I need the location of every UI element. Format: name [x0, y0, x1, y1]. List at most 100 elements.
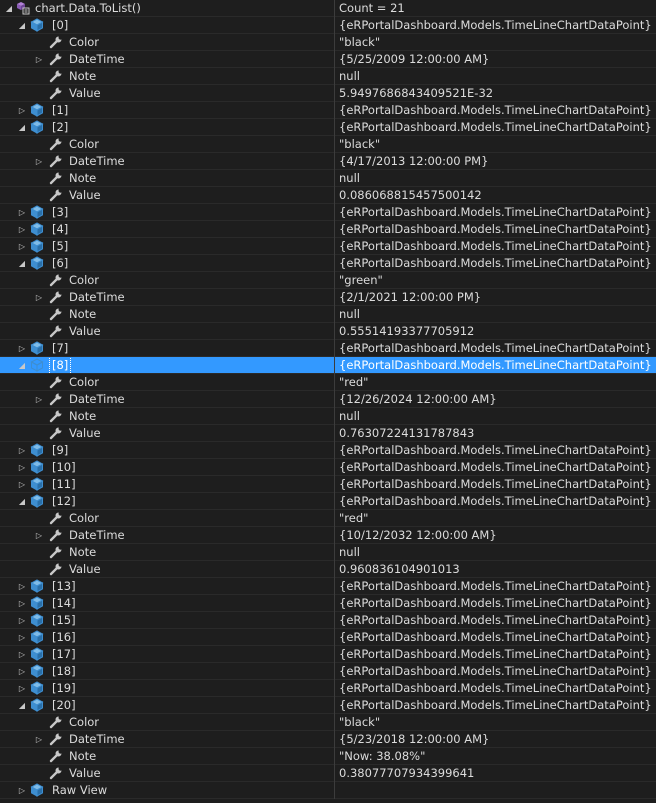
property-row-datetime[interactable]: ▷ DateTime {4/17/2013 12:00:00 PM}: [0, 153, 656, 170]
collapsed-triangle[interactable]: ▷: [16, 238, 28, 254]
child-collapsed-triangle[interactable]: ▷: [33, 731, 45, 747]
row-value[interactable]: null: [339, 68, 654, 84]
row-value[interactable]: Count = 21: [339, 0, 654, 16]
column-divider[interactable]: [334, 765, 335, 782]
property-row-color[interactable]: Color "black": [0, 714, 656, 731]
row-value[interactable]: {eRPortalDashboard.Models.TimeLineChartD…: [339, 459, 654, 475]
column-divider[interactable]: [334, 357, 335, 374]
list-item[interactable]: ◢ [2] {eRPortalDashboard.Models.TimeLineCh…: [0, 119, 656, 136]
list-item[interactable]: ▷ [15] {eRPortalDashboard.Models.TimeLineC…: [0, 612, 656, 629]
column-divider[interactable]: [334, 782, 335, 799]
expanded-triangle[interactable]: ◢: [16, 697, 28, 713]
column-divider[interactable]: [334, 136, 335, 153]
property-row-color[interactable]: Color "black": [0, 34, 656, 51]
row-value[interactable]: "black": [339, 34, 654, 50]
column-divider[interactable]: [334, 255, 335, 272]
column-divider[interactable]: [334, 68, 335, 85]
collapsed-triangle[interactable]: ▷: [16, 595, 28, 611]
collapsed-triangle[interactable]: ▷: [16, 680, 28, 696]
row-value[interactable]: {eRPortalDashboard.Models.TimeLineChartD…: [339, 102, 654, 118]
column-divider[interactable]: [334, 595, 335, 612]
column-divider[interactable]: [334, 612, 335, 629]
row-value[interactable]: 0.086068815457500142: [339, 187, 654, 203]
column-divider[interactable]: [334, 221, 335, 238]
row-value[interactable]: {eRPortalDashboard.Models.TimeLineChartD…: [339, 629, 654, 645]
row-value[interactable]: {eRPortalDashboard.Models.TimeLineChartD…: [339, 663, 654, 679]
column-divider[interactable]: [334, 17, 335, 34]
expanded-triangle[interactable]: ◢: [16, 119, 28, 135]
row-value[interactable]: {eRPortalDashboard.Models.TimeLineChartD…: [339, 612, 654, 628]
row-value[interactable]: null: [339, 408, 654, 424]
column-divider[interactable]: [334, 714, 335, 731]
collapsed-triangle[interactable]: ▷: [16, 476, 28, 492]
row-value[interactable]: {10/12/2032 12:00:00 AM}: [339, 527, 654, 543]
row-value[interactable]: {eRPortalDashboard.Models.TimeLineChartD…: [339, 238, 654, 254]
property-row-datetime[interactable]: ▷ DateTime {5/23/2018 12:00:00 AM}: [0, 731, 656, 748]
column-divider[interactable]: [334, 374, 335, 391]
property-row-value[interactable]: Value 0.55514193377705912: [0, 323, 656, 340]
property-row-value[interactable]: Value 0.960836104901013: [0, 561, 656, 578]
property-row-value[interactable]: Value 0.38077707934399641: [0, 765, 656, 782]
column-divider[interactable]: [334, 459, 335, 476]
column-divider[interactable]: [334, 170, 335, 187]
column-divider[interactable]: [334, 0, 335, 17]
collapsed-triangle[interactable]: ▷: [16, 340, 28, 356]
column-divider[interactable]: [334, 306, 335, 323]
collapsed-triangle[interactable]: ▷: [16, 459, 28, 475]
column-divider[interactable]: [334, 493, 335, 510]
list-item[interactable]: ▷ [13] {eRPortalDashboard.Models.TimeLineC…: [0, 578, 656, 595]
row-value[interactable]: {eRPortalDashboard.Models.TimeLineChartD…: [339, 646, 654, 662]
row-value[interactable]: {4/17/2013 12:00:00 PM}: [339, 153, 654, 169]
property-row-note[interactable]: Note "Now: 38.08%": [0, 748, 656, 765]
column-divider[interactable]: [334, 153, 335, 170]
column-divider[interactable]: [334, 323, 335, 340]
collapsed-triangle[interactable]: ▷: [16, 629, 28, 645]
property-row-value[interactable]: Value 0.76307224131787843: [0, 425, 656, 442]
property-row-datetime[interactable]: ▷ DateTime {2/1/2021 12:00:00 PM}: [0, 289, 656, 306]
child-collapsed-triangle[interactable]: ▷: [33, 51, 45, 67]
row-value[interactable]: {eRPortalDashboard.Models.TimeLineChartD…: [339, 17, 654, 33]
column-divider[interactable]: [334, 731, 335, 748]
row-value[interactable]: 0.76307224131787843: [339, 425, 654, 441]
list-item[interactable]: ▷ [7] {eRPortalDashboard.Models.TimeLineCh…: [0, 340, 656, 357]
expanded-triangle[interactable]: ◢: [16, 493, 28, 509]
collapsed-triangle[interactable]: ▷: [16, 204, 28, 220]
property-row-note[interactable]: Note null: [0, 170, 656, 187]
collapsed-triangle[interactable]: ▷: [16, 578, 28, 594]
list-item[interactable]: ▷ [10] {eRPortalDashboard.Models.TimeLineC…: [0, 459, 656, 476]
property-row-value[interactable]: Value 5.9497686843409521E-32: [0, 85, 656, 102]
column-divider[interactable]: [334, 629, 335, 646]
column-divider[interactable]: [334, 527, 335, 544]
column-divider[interactable]: [334, 119, 335, 136]
row-value[interactable]: {2/1/2021 12:00:00 PM}: [339, 289, 654, 305]
row-value[interactable]: {eRPortalDashboard.Models.TimeLineChartD…: [339, 255, 654, 271]
row-value[interactable]: {eRPortalDashboard.Models.TimeLineChartD…: [339, 204, 654, 220]
raw-view-row[interactable]: ▷ Raw View: [0, 782, 656, 799]
column-divider[interactable]: [334, 680, 335, 697]
row-value[interactable]: "black": [339, 714, 654, 730]
property-row-note[interactable]: Note null: [0, 544, 656, 561]
property-row-note[interactable]: Note null: [0, 306, 656, 323]
column-divider[interactable]: [334, 51, 335, 68]
row-value[interactable]: "red": [339, 510, 654, 526]
property-row-color[interactable]: Color "red": [0, 374, 656, 391]
column-divider[interactable]: [334, 476, 335, 493]
column-divider[interactable]: [334, 408, 335, 425]
child-collapsed-triangle[interactable]: ▷: [33, 527, 45, 543]
row-value[interactable]: {eRPortalDashboard.Models.TimeLineChartD…: [339, 119, 654, 135]
column-divider[interactable]: [334, 425, 335, 442]
row-value[interactable]: "black": [339, 136, 654, 152]
collapsed-triangle[interactable]: ▷: [16, 612, 28, 628]
column-divider[interactable]: [334, 102, 335, 119]
column-divider[interactable]: [334, 34, 335, 51]
column-divider[interactable]: [334, 289, 335, 306]
list-item[interactable]: ▷ [17] {eRPortalDashboard.Models.TimeLineC…: [0, 646, 656, 663]
list-item[interactable]: ◢ [8] {eRPortalDashboard.Models.TimeLineCh…: [0, 357, 656, 374]
property-row-datetime[interactable]: ▷ DateTime {10/12/2032 12:00:00 AM}: [0, 527, 656, 544]
property-row-note[interactable]: Note null: [0, 408, 656, 425]
root-row[interactable]: ◢ chart.Data.ToList() Count = 21: [0, 0, 656, 17]
row-value[interactable]: "green": [339, 272, 654, 288]
list-item[interactable]: ▷ [11] {eRPortalDashboard.Models.TimeLineC…: [0, 476, 656, 493]
column-divider[interactable]: [334, 697, 335, 714]
collapsed-triangle[interactable]: ▷: [16, 102, 28, 118]
